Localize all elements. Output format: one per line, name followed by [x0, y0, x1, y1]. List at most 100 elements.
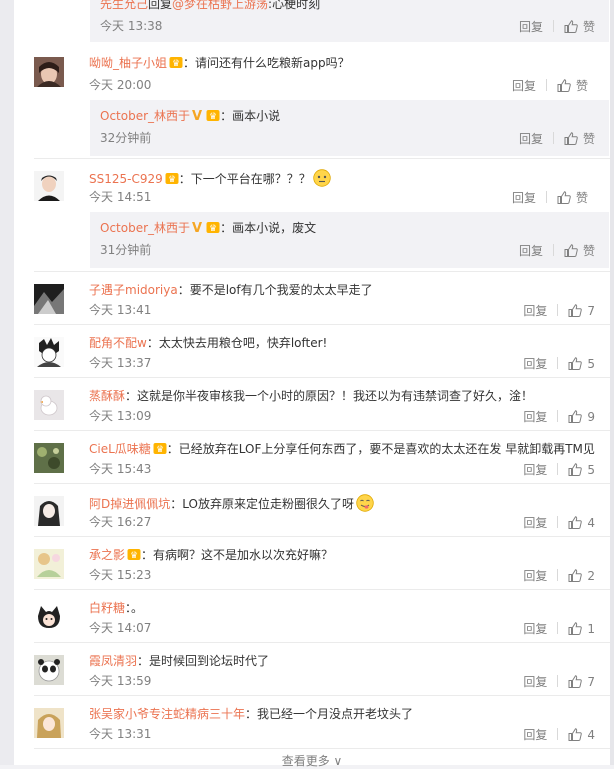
- comment-author[interactable]: 张吴家小爷专注蛇精病三十年: [89, 707, 245, 721]
- comment-actions: 回复 7: [523, 302, 595, 319]
- avatar[interactable]: [34, 171, 64, 201]
- comment-author[interactable]: 白籽糖: [89, 601, 125, 615]
- comment-line: SS125-C929 ♛ ：下一个平台在哪？？？: [89, 169, 331, 188]
- view-more-link[interactable]: 查看更多 ∨: [14, 752, 610, 769]
- like-button[interactable]: 赞: [564, 244, 595, 258]
- comment-author[interactable]: SS125-C929: [89, 172, 163, 186]
- like-button[interactable]: 赞: [557, 191, 588, 205]
- reply-word: 回复: [148, 0, 173, 11]
- reply-mention[interactable]: @梦在枯野上游荡: [172, 0, 268, 11]
- like-button[interactable]: 1: [568, 622, 595, 636]
- avatar[interactable]: [34, 602, 64, 632]
- reply-button[interactable]: 回复: [523, 673, 547, 690]
- like-button[interactable]: 赞: [564, 20, 595, 34]
- thumbs-up-icon: [568, 304, 583, 317]
- avatar[interactable]: [34, 390, 64, 420]
- thumbs-up-icon: [564, 132, 578, 145]
- comment-author[interactable]: 子遇子midoriya: [89, 283, 178, 297]
- avatar[interactable]: [34, 655, 64, 685]
- avatar[interactable]: [34, 496, 64, 526]
- comment-time: 今天 15:23: [89, 568, 152, 582]
- like-button[interactable]: 7: [568, 675, 595, 689]
- verified-v-icon: V: [192, 109, 203, 124]
- avatar[interactable]: [34, 284, 64, 314]
- reply-button[interactable]: 回复: [523, 461, 547, 478]
- like-button[interactable]: 4: [568, 516, 595, 530]
- thumbs-up-icon: [557, 79, 571, 92]
- reply-line: October_林西于 V ♛ ：画本小说，废文: [100, 220, 316, 237]
- like-count: 1: [587, 622, 595, 636]
- reply-button[interactable]: 回复: [519, 242, 543, 259]
- avatar[interactable]: [34, 549, 64, 579]
- comment-time: 今天 14:51: [89, 190, 152, 204]
- reply-button[interactable]: 回复: [523, 514, 547, 531]
- like-button[interactable]: 4: [568, 728, 595, 742]
- comment-author[interactable]: 呦呦_柚子小姐: [89, 56, 167, 70]
- action-divider: [557, 516, 559, 528]
- action-divider: [545, 79, 547, 91]
- comment-text: ：是时候回到论坛时代了: [137, 654, 270, 668]
- comment-line: 子遇子midoriya：要不是lof有几个我爱的太太早走了: [89, 282, 373, 299]
- like-button[interactable]: 赞: [564, 132, 595, 146]
- comment-line: CieL瓜味糖 ♛ ：已经放弃在LOF上分享任何东西了，要不是喜欢的太太还在发 早就…: [89, 441, 595, 458]
- svg-text:♛: ♛: [172, 59, 180, 69]
- reply-button[interactable]: 回复: [523, 355, 547, 372]
- comment-item: 张吴家小爷专注蛇精病三十年：我已经一个月没点开老坟头了 今天 13:31 回复 4: [34, 696, 610, 748]
- sub-reply: October_林西于 V ♛ ：画本小说 32分钟前 回复 赞: [90, 100, 609, 156]
- left-gutter: [0, 0, 14, 765]
- comment-time: 今天 13:09: [89, 409, 152, 423]
- reply-time: 31分钟前: [100, 243, 152, 257]
- comment-actions: 回复 赞: [512, 189, 588, 206]
- scrollbar-track[interactable]: [610, 0, 614, 765]
- comment-text: ：我已经一个月没点开老坟头了: [245, 707, 414, 721]
- like-button[interactable]: 2: [568, 569, 595, 583]
- comment-text: ：LO放弃原来定位走粉圈很久了呀: [170, 497, 354, 511]
- like-button[interactable]: 5: [568, 463, 595, 477]
- reply-line: 先生允己回复@梦在枯野上游荡:心梗时刻: [100, 0, 320, 13]
- comment-author[interactable]: 承之影: [89, 548, 125, 562]
- reply-button[interactable]: 回复: [523, 726, 547, 743]
- comment-author[interactable]: 阿D掉进佩佩坑: [89, 497, 170, 511]
- comment-time: 今天 14:07: [89, 621, 152, 635]
- reply-button[interactable]: 回复: [523, 408, 547, 425]
- reply-author[interactable]: 先生允己: [100, 0, 148, 11]
- comment-feed: 先生允己回复@梦在枯野上游荡:心梗时刻 今天 13:38 回复赞 呦呦_柚子小姐…: [0, 0, 614, 768]
- comment-item: CieL瓜味糖 ♛ ：已经放弃在LOF上分享任何东西了，要不是喜欢的太太还在发 早就…: [34, 431, 610, 483]
- comment-item: 呦呦_柚子小姐 ♛ ：请问还有什么吃粮新app吗？ 今天 20:00 回复 赞: [34, 45, 610, 101]
- comment-time: 今天 13:41: [89, 303, 152, 317]
- like-button[interactable]: 7: [568, 304, 595, 318]
- like-button[interactable]: 赞: [557, 79, 588, 93]
- like-count: 9: [587, 410, 595, 424]
- reply-button[interactable]: 回复: [523, 302, 547, 319]
- member-badge-icon: ♛: [206, 222, 220, 234]
- reply-button[interactable]: 回复: [519, 18, 543, 35]
- action-divider: [557, 675, 559, 687]
- reply-button[interactable]: 回复: [519, 130, 543, 147]
- divider: [34, 748, 610, 749]
- comment-author[interactable]: CieL瓜味糖: [89, 442, 151, 456]
- action-divider: [557, 728, 559, 740]
- like-button[interactable]: 9: [568, 410, 595, 424]
- reply-button[interactable]: 回复: [512, 77, 536, 94]
- reply-author[interactable]: October_林西于: [100, 109, 190, 123]
- like-button[interactable]: 5: [568, 357, 595, 371]
- reply-author[interactable]: October_林西于: [100, 221, 190, 235]
- reply-button[interactable]: 回复: [523, 620, 547, 637]
- avatar[interactable]: [34, 443, 64, 473]
- comment-line: 张吴家小爷专注蛇精病三十年：我已经一个月没点开老坟头了: [89, 706, 413, 723]
- comment-line: 蒸酥酥：这就是你半夜审核我一个小时的原因？！我还以为有违禁词查了好久，淦！: [89, 388, 533, 405]
- comment-author[interactable]: 霞凤清羽: [89, 654, 137, 668]
- reply-button[interactable]: 回复: [512, 189, 536, 206]
- avatar[interactable]: [34, 57, 64, 87]
- comment-author[interactable]: 蒸酥酥: [89, 389, 125, 403]
- avatar[interactable]: [34, 337, 64, 367]
- comment-author[interactable]: 配角不配w: [89, 336, 147, 350]
- avatar[interactable]: [34, 708, 64, 738]
- reply-actions: 回复 赞: [519, 130, 595, 147]
- like-label: 赞: [582, 244, 595, 258]
- thumbs-up-icon: [568, 357, 583, 370]
- like-count: 4: [587, 516, 595, 530]
- action-divider: [552, 20, 554, 32]
- reply-button[interactable]: 回复: [523, 567, 547, 584]
- reply-line: October_林西于 V ♛ ：画本小说: [100, 108, 280, 125]
